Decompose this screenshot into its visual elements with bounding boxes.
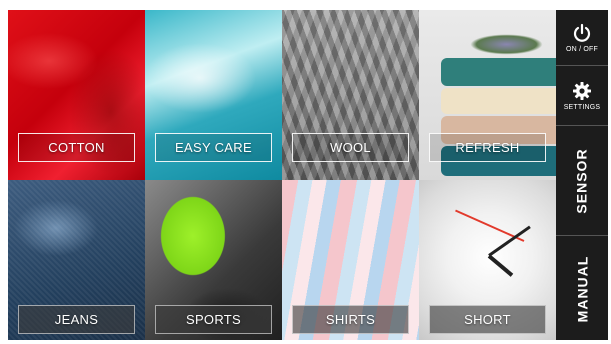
program-tile-short[interactable]: SHORT (419, 180, 556, 340)
clock-hour-hand (487, 254, 514, 277)
program-tile-shirts[interactable]: SHIRTS (282, 180, 419, 340)
settings-label: SETTINGS (563, 104, 601, 111)
program-tile-sports[interactable]: SPORTS (145, 180, 282, 340)
program-label-shirts: SHIRTS (292, 305, 409, 334)
washer-touchscreen: COTTON EASY CARE WOOL REFRESH JEANS SPOR… (8, 10, 608, 340)
program-label-jeans: JEANS (18, 305, 135, 334)
program-tile-wool[interactable]: WOOL (282, 10, 419, 180)
gear-icon (573, 82, 591, 100)
settings-button[interactable]: SETTINGS (556, 65, 608, 126)
side-panel: ON / OFF SETTINGS SENSOR MANUAL (556, 10, 608, 340)
clock-minute-hand (488, 225, 531, 257)
sensor-button[interactable]: SENSOR (556, 125, 608, 236)
program-tile-refresh[interactable]: REFRESH (419, 10, 556, 180)
program-tile-easy-care[interactable]: EASY CARE (145, 10, 282, 180)
program-label-cotton: COTTON (18, 133, 135, 162)
program-label-sports: SPORTS (155, 305, 272, 334)
program-grid: COTTON EASY CARE WOOL REFRESH JEANS SPOR… (8, 10, 556, 340)
program-label-easy-care: EASY CARE (155, 133, 272, 162)
manual-button[interactable]: MANUAL (556, 235, 608, 341)
program-label-wool: WOOL (292, 133, 409, 162)
lavender-image (459, 18, 554, 62)
sensor-label: SENSOR (574, 148, 590, 214)
manual-label: MANUAL (574, 255, 590, 322)
program-label-refresh: REFRESH (429, 133, 546, 162)
program-label-short: SHORT (429, 305, 546, 334)
power-button[interactable]: ON / OFF (556, 10, 608, 65)
program-tile-cotton[interactable]: COTTON (8, 10, 145, 180)
program-tile-jeans[interactable]: JEANS (8, 180, 145, 340)
power-label: ON / OFF (566, 45, 598, 53)
power-icon (573, 23, 591, 42)
